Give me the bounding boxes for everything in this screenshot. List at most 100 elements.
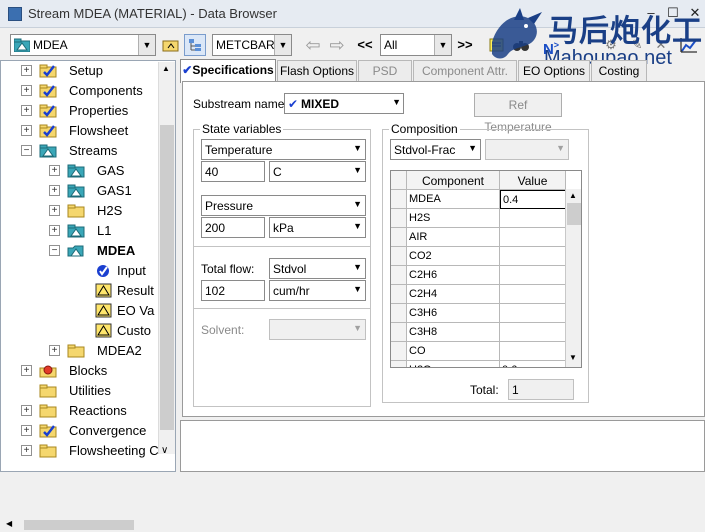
value-cell[interactable]: 0.6	[500, 361, 566, 367]
tab-specifications[interactable]: ✔Specifications	[180, 59, 276, 83]
expand-icon[interactable]: +	[49, 345, 60, 356]
arrow-left-icon[interactable]: ⇦	[302, 34, 324, 56]
chevron-down-icon[interactable]: ▼	[353, 143, 362, 153]
expand-icon[interactable]: +	[21, 425, 32, 436]
scroll-up-icon[interactable]: ▲	[569, 191, 577, 200]
row-header[interactable]	[391, 266, 407, 285]
chevron-down-icon[interactable]: ▼	[138, 35, 155, 55]
chevron-down-icon[interactable]: ▼	[353, 284, 362, 294]
component-cell[interactable]: C3H6	[407, 304, 500, 323]
value-cell[interactable]	[500, 228, 566, 247]
folder-stream-icon	[67, 163, 85, 178]
chevron-down-icon[interactable]: ▼	[353, 165, 362, 175]
expand-icon[interactable]: +	[49, 165, 60, 176]
chevron-down-icon[interactable]: ▼	[392, 97, 401, 107]
substream-selector[interactable]: ✔ MIXED ▼	[284, 93, 404, 114]
row-header[interactable]	[391, 361, 407, 367]
watermark-brand: 马后炮化工	[548, 15, 703, 48]
row-header[interactable]	[391, 304, 407, 323]
total-flow-input[interactable]: 102	[201, 280, 265, 301]
value-cell[interactable]	[500, 323, 566, 342]
expand-icon[interactable]: +	[49, 185, 60, 196]
component-cell[interactable]: AIR	[407, 228, 500, 247]
row-header[interactable]	[391, 323, 407, 342]
component-cell[interactable]: CO	[407, 342, 500, 361]
chevron-down-icon[interactable]: ▼	[434, 35, 451, 55]
tab-eo-options[interactable]: EO Options	[518, 60, 590, 82]
row-header[interactable]	[391, 228, 407, 247]
row-header[interactable]	[391, 247, 407, 266]
temperature-unit-selector[interactable]: C ▼	[269, 161, 366, 182]
chevron-down-icon[interactable]: ∨	[161, 445, 168, 456]
chevron-down-icon[interactable]: ▼	[274, 35, 291, 55]
expand-icon[interactable]: +	[49, 205, 60, 216]
collapse-icon[interactable]: −	[49, 245, 60, 256]
tab-component-attr[interactable]: Component Attr.	[413, 60, 517, 82]
tree-hscroll-thumb[interactable]	[24, 520, 134, 530]
row-header[interactable]	[391, 342, 407, 361]
component-cell[interactable]: CO2	[407, 247, 500, 266]
chevron-down-icon[interactable]: ▼	[353, 221, 362, 231]
temperature-input[interactable]: 40	[201, 161, 265, 182]
state-variable-1-selector[interactable]: Temperature ▼	[201, 139, 366, 160]
pressure-input[interactable]: 200	[201, 217, 265, 238]
pressure-unit-selector[interactable]: kPa ▼	[269, 217, 366, 238]
state-variable-2-selector[interactable]: Pressure ▼	[201, 195, 366, 216]
component-cell[interactable]: MDEA	[407, 190, 500, 209]
chevron-down-icon[interactable]: ▼	[353, 323, 362, 333]
value-cell[interactable]	[500, 285, 566, 304]
component-cell[interactable]: H2O	[407, 361, 500, 367]
value-cell[interactable]	[500, 247, 566, 266]
value-cell[interactable]	[500, 209, 566, 228]
row-header[interactable]	[391, 285, 407, 304]
grid-scroll-thumb[interactable]	[567, 203, 581, 225]
component-cell[interactable]: C2H6	[407, 266, 500, 285]
expand-icon[interactable]: +	[21, 445, 32, 456]
ref-temperature-button[interactable]: Ref Temperature	[474, 93, 562, 134]
chevron-down-icon[interactable]: ▼	[353, 262, 362, 272]
units-set-selector[interactable]: METCBAR ▼	[212, 34, 292, 56]
composition-units-selector[interactable]: ▼	[485, 139, 569, 160]
tab-psd[interactable]: PSD	[358, 60, 412, 82]
previous-button[interactable]: <<	[354, 34, 376, 56]
row-header[interactable]	[391, 209, 407, 228]
row-header[interactable]	[391, 190, 407, 209]
next-button[interactable]: >>	[454, 34, 476, 56]
arrow-right-icon[interactable]: ⇨	[326, 34, 348, 56]
expand-icon[interactable]: +	[21, 405, 32, 416]
value-cell[interactable]: 0.4	[500, 190, 566, 209]
tree-scroll-thumb[interactable]	[160, 125, 174, 430]
total-flow-basis-selector[interactable]: Stdvol ▼	[269, 258, 366, 279]
view-filter-selector[interactable]: All ▼	[380, 34, 452, 56]
object-selector[interactable]: MDEA ▼	[10, 34, 156, 56]
value-cell[interactable]	[500, 304, 566, 323]
expand-icon[interactable]: +	[21, 365, 32, 376]
up-folder-icon[interactable]	[160, 34, 182, 56]
expand-icon[interactable]: +	[21, 85, 32, 96]
tab-costing[interactable]: Costing	[591, 60, 647, 82]
component-cell[interactable]: H2S	[407, 209, 500, 228]
scroll-down-icon[interactable]: ▼	[569, 353, 577, 362]
solvent-selector[interactable]: ▼	[269, 319, 366, 340]
chevron-down-icon[interactable]: ▼	[353, 199, 362, 209]
expand-icon[interactable]: +	[21, 65, 32, 76]
collapse-icon[interactable]: −	[21, 145, 32, 156]
scroll-up-icon[interactable]: ▲	[162, 64, 170, 73]
expand-icon[interactable]: +	[49, 225, 60, 236]
navigation-tree[interactable]: + Setup + Components + Properties + Flowsheet − S…	[0, 60, 176, 532]
scroll-left-icon[interactable]: ◀	[6, 519, 12, 528]
component-cell[interactable]: C3H8	[407, 323, 500, 342]
expand-icon[interactable]: +	[21, 105, 32, 116]
tree-view-icon[interactable]	[184, 34, 206, 56]
grid-vertical-scrollbar[interactable]: ▲ ▼	[565, 189, 581, 367]
chevron-down-icon[interactable]: ▼	[556, 143, 565, 153]
value-cell[interactable]	[500, 266, 566, 285]
expand-icon[interactable]: +	[21, 125, 32, 136]
chevron-down-icon[interactable]: ▼	[468, 143, 477, 153]
tree-horizontal-scrollbar[interactable]: ◀	[2, 518, 158, 532]
total-flow-unit-selector[interactable]: cum/hr ▼	[269, 280, 366, 301]
composition-basis-selector[interactable]: Stdvol-Frac ▼	[390, 139, 481, 160]
value-cell[interactable]	[500, 342, 566, 361]
component-cell[interactable]: C2H4	[407, 285, 500, 304]
tab-flash-options[interactable]: Flash Options	[277, 60, 357, 82]
